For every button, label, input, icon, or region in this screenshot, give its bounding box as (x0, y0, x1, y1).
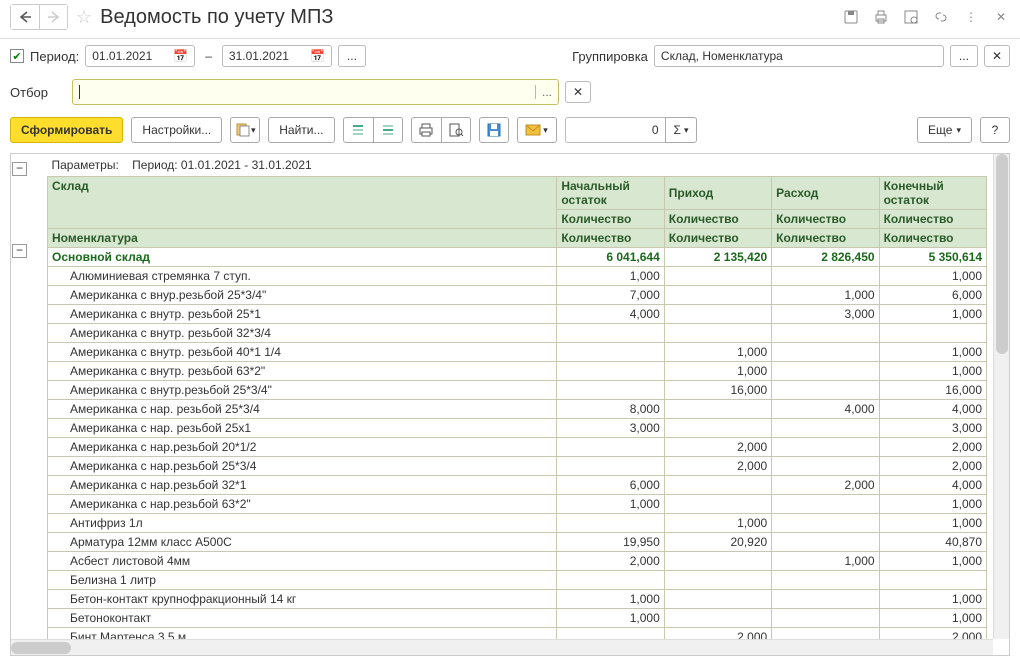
link-icon[interactable] (932, 8, 950, 26)
table-row[interactable]: Американка с внутр. резьбой 32*3/4 (48, 324, 987, 343)
total-row[interactable]: Основной склад 6 041,644 2 135,420 2 826… (48, 248, 987, 267)
table-row[interactable]: Американка с нар.резьбой 63*2"1,0001,000 (48, 495, 987, 514)
period-label: Период: (30, 49, 79, 64)
period-row: Период: 01.01.2021📅 – 31.01.2021📅 ... Гр… (0, 39, 1020, 73)
number-input[interactable]: 0 (565, 117, 665, 143)
report-area: − − Параметры: Период: 01.01.2021 - 31.0… (10, 153, 1010, 656)
table-row[interactable]: Бетон-контакт крупнофракционный 14 кг1,0… (48, 590, 987, 609)
calendar-icon[interactable]: 📅 (173, 49, 188, 63)
tree-toggle-root[interactable]: − (12, 162, 27, 176)
period-checkbox[interactable] (10, 49, 24, 63)
filter-label: Отбор (10, 85, 66, 100)
collapse-button[interactable] (373, 117, 403, 143)
calendar-icon[interactable]: 📅 (310, 49, 325, 63)
grouping-select-button[interactable]: ... (950, 45, 978, 67)
table-row[interactable]: Американка с внутр. резьбой 63*2"1,0001,… (48, 362, 987, 381)
table-row[interactable]: Американка с внутр. резьбой 40*1 1/41,00… (48, 343, 987, 362)
table-row[interactable]: Американка с нар.резьбой 25*3/42,0002,00… (48, 457, 987, 476)
find-button[interactable]: Найти... (268, 117, 334, 143)
period-select-button[interactable]: ... (338, 45, 366, 67)
menu-icon[interactable]: ⋮ (962, 8, 980, 26)
grouping-clear-button[interactable]: ✕ (984, 45, 1010, 67)
settings-button[interactable]: Настройки... (131, 117, 222, 143)
nav-buttons (10, 4, 68, 30)
favorite-icon[interactable]: ☆ (76, 7, 92, 28)
tree-toggle-group[interactable]: − (12, 244, 27, 258)
table-row[interactable]: Антифриз 1л1,0001,000 (48, 514, 987, 533)
filter-input[interactable]: ... (72, 79, 559, 105)
params-text: Период: 01.01.2021 - 31.01.2021 (132, 158, 312, 172)
help-button[interactable]: ? (980, 117, 1010, 143)
page-title: Ведомость по учету МПЗ (100, 6, 842, 29)
more-button[interactable]: Еще▾ (917, 117, 972, 143)
sum-button[interactable]: Σ ▾ (665, 117, 698, 143)
save-button[interactable] (479, 117, 509, 143)
table-row[interactable]: Американка с нар.резьбой 32*16,0002,0004… (48, 476, 987, 495)
grouping-label: Группировка (572, 49, 648, 64)
period-to[interactable]: 31.01.2021📅 (222, 45, 332, 67)
table-row[interactable]: Американка с нар. резьбой 25*3/48,0004,0… (48, 400, 987, 419)
table-row[interactable]: Бетоноконтакт1,0001,000 (48, 609, 987, 628)
scrollbar-horizontal[interactable] (11, 639, 993, 655)
table-row[interactable]: Арматура 12мм класс А500С19,95020,92040,… (48, 533, 987, 552)
filter-row: Отбор ... ✕ (0, 73, 1020, 111)
title-bar: ☆ Ведомость по учету МПЗ ⋮ ✕ (0, 0, 1020, 39)
close-icon[interactable]: ✕ (992, 8, 1010, 26)
filter-clear-button[interactable]: ✕ (565, 81, 591, 103)
grouping-input[interactable]: Склад, Номенклатура (654, 45, 944, 67)
table-row[interactable]: Американка с внур.резьбой 25*3/4"7,0001,… (48, 286, 987, 305)
table-row[interactable]: Белизна 1 литр (48, 571, 987, 590)
form-icon[interactable] (902, 8, 920, 26)
generate-button[interactable]: Сформировать (10, 117, 123, 143)
expand-button[interactable] (343, 117, 373, 143)
hdr-dim: Склад (48, 177, 557, 229)
report-table: Параметры: Период: 01.01.2021 - 31.01.20… (47, 154, 987, 656)
table-row[interactable]: Американка с внутр.резьбой 25*3/4"16,000… (48, 381, 987, 400)
period-from[interactable]: 01.01.2021📅 (85, 45, 195, 67)
params-label: Параметры: (52, 158, 119, 172)
toolbar: Сформировать Настройки... ▾ Найти... ▾ 0… (0, 111, 1020, 149)
save-icon[interactable] (842, 8, 860, 26)
preview-button[interactable] (441, 117, 471, 143)
table-row[interactable]: Американка с нар. резьбой 25х13,0003,000 (48, 419, 987, 438)
table-row[interactable]: Американка с внутр. резьбой 25*14,0003,0… (48, 305, 987, 324)
paste-settings-button[interactable]: ▾ (230, 117, 260, 143)
scrollbar-vertical[interactable] (993, 154, 1009, 639)
print-button[interactable] (411, 117, 441, 143)
forward-button[interactable] (39, 5, 67, 29)
table-row[interactable]: Американка с нар.резьбой 20*1/22,0002,00… (48, 438, 987, 457)
table-row[interactable]: Асбест листовой 4мм2,0001,0001,000 (48, 552, 987, 571)
email-button[interactable]: ▾ (517, 117, 557, 143)
print-icon[interactable] (872, 8, 890, 26)
back-button[interactable] (11, 5, 39, 29)
table-row[interactable]: Алюминиевая стремянка 7 ступ.1,0001,000 (48, 267, 987, 286)
